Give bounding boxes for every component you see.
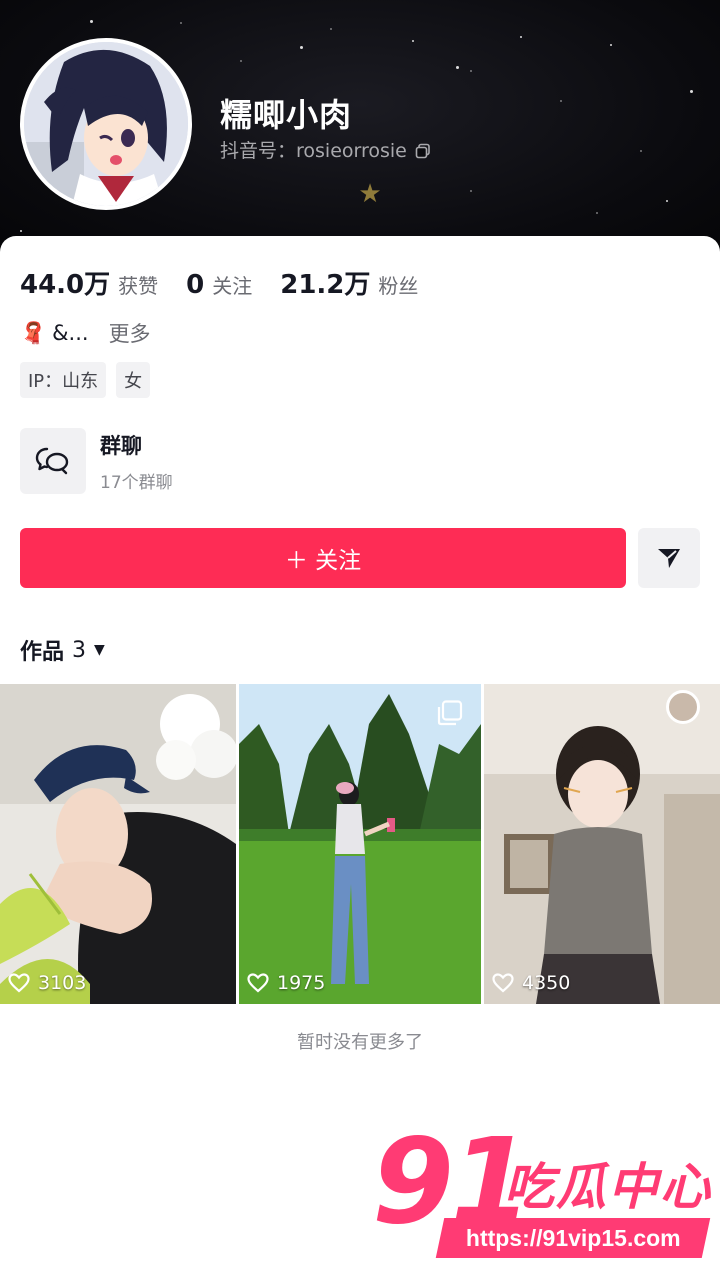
group-chat-title: 群聊 [100,433,142,458]
tag-ip-location: IP：山东 [20,362,107,398]
video-cover-image [239,684,481,1004]
stat-likes-label: 获赞 [118,274,159,298]
video-likes: 1975 [247,972,325,994]
group-chat-icon-box [20,428,86,494]
avatar[interactable] [20,38,192,210]
douyin-id[interactable]: 抖音号：rosieorrosie [220,136,431,163]
follow-button[interactable]: ＋ 关注 [20,528,626,588]
works-count: 3 [72,637,87,663]
star-decoration-icon: ★ [358,179,382,209]
video-cover-image [0,684,236,1004]
bio: 🧣 &... 更多 [20,318,151,348]
stat-following-label: 关注 [212,274,253,298]
stat-likes-value: 44.0万 [20,270,111,300]
tag-gender: 女 [116,362,151,398]
heart-icon [247,973,269,993]
video-thumbnail[interactable]: 4350 [484,684,720,1004]
no-more-content-text: 暂时没有更多了 [297,1032,423,1053]
group-chat-count: 17个群聊 [100,472,173,493]
video-thumbnail[interactable]: 3103 [0,684,236,1004]
creator-mini-avatar [666,690,700,724]
douyin-id-text: 抖音号：rosieorrosie [220,140,407,162]
video-likes: 3103 [8,972,86,994]
video-likes-count: 1975 [277,972,326,994]
video-grid: 3103 1975 4350 [0,684,720,1004]
works-label: 作品 [20,640,65,665]
watermark-url: https://91vip15.com [435,1218,711,1258]
stat-following-value: 0 [186,270,205,300]
bio-text: &... [52,321,89,345]
heart-icon [8,973,30,993]
stat-followers-value: 21.2万 [280,270,371,300]
stat-following[interactable]: 0 关注 [186,270,252,300]
chat-bubbles-icon [35,447,69,475]
video-likes-count: 4350 [522,972,571,994]
multi-image-icon [437,700,463,730]
share-button[interactable] [638,528,700,588]
stat-followers-label: 粉丝 [378,274,419,298]
display-name: 糯唧小肉 [220,96,353,134]
video-cover-image [484,684,720,1004]
copy-icon[interactable] [415,142,431,158]
video-likes: 4350 [492,972,570,994]
stat-followers[interactable]: 21.2万 粉丝 [280,264,418,301]
group-chat-entry[interactable]: 群聊 17个群聊 [20,428,173,494]
video-thumbnail[interactable]: 1975 [239,684,481,1004]
dropdown-triangle-icon: ▼ [94,642,105,658]
send-icon [658,549,680,568]
video-likes-count: 3103 [38,972,87,994]
profile-card: 44.0万 获赞 0 关注 21.2万 粉丝 🧣 &... 更多 IP：山东 女 [0,236,720,1280]
profile-header: ★ 糯唧小肉 抖音号：rosieorrosie [0,0,720,260]
bio-more-link[interactable]: 更多 [109,318,151,348]
watermark-url-text: https://91vip15.com [465,1224,681,1251]
scarf-emoji-icon: 🧣 [20,320,47,345]
watermark-brand: 吃瓜中心 [504,1158,712,1216]
stat-likes: 44.0万 获赞 [20,264,158,301]
profile-tags: IP：山东 女 [20,362,151,398]
heart-icon [492,973,514,993]
stats-row: 44.0万 获赞 0 关注 21.2万 粉丝 [20,264,446,301]
works-tab[interactable]: 作品 3 ▼ [20,634,105,666]
